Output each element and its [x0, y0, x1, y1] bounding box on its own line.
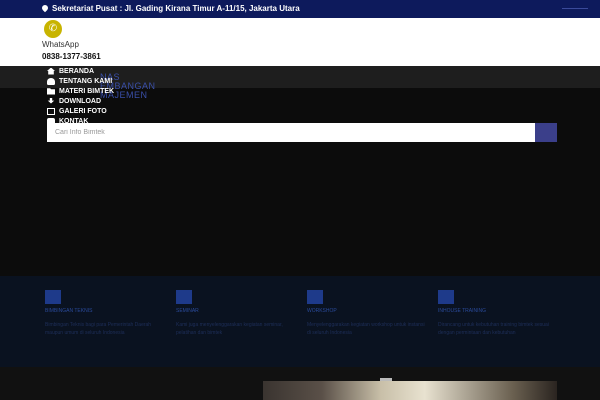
menu-label: TENTANG KAMI — [59, 77, 113, 85]
feature-title: Inhouse Training — [438, 308, 486, 314]
menu-label: BERANDA — [59, 67, 94, 75]
map-pin-icon — [40, 3, 50, 13]
search-input[interactable] — [47, 123, 535, 142]
feature-desc: Dirancang untuk kebutuhan training bimte… — [438, 322, 549, 336]
menu-item-galeri-foto[interactable]: GALERI FOTO — [47, 106, 114, 116]
top-info-bar: Sekretariat Pusat : Jl. Gading Kirana Ti… — [0, 0, 600, 18]
menu-item-tentang-kami[interactable]: TENTANG KAMI — [47, 76, 114, 86]
feature-desc: Menyelenggarakan kegiatan workshop untuk… — [307, 322, 425, 336]
search-bar — [47, 123, 557, 142]
training-icon — [438, 290, 454, 304]
feature-title: Seminar — [176, 308, 199, 314]
presentation-icon — [45, 290, 61, 304]
menu-item-materi-bimtek[interactable]: MATERI BIMTEK — [47, 86, 114, 96]
feature-workshop: Workshop Menyelenggarakan kegiatan works… — [307, 290, 427, 337]
menu-label: GALERI FOTO — [59, 107, 107, 115]
menu-label: MATERI BIMTEK — [59, 87, 115, 95]
main-menu: BERANDA TENTANG KAMI MATERI BIMTEK DOWNL… — [47, 66, 114, 126]
audience-icon — [176, 290, 192, 304]
feature-title: Workshop — [307, 308, 337, 314]
address-text: Sekretariat Pusat : Jl. Gading Kirana Ti… — [40, 3, 300, 13]
feature-desc: Kami juga menyelenggarakan kegiatan semi… — [176, 322, 283, 336]
feature-bimbingan-teknis: Bimbingan Teknis Bimbingan Teknis bagi p… — [45, 290, 165, 337]
feature-title: Bimbingan Teknis — [45, 308, 93, 314]
download-icon — [47, 97, 55, 104]
workshop-icon — [307, 290, 323, 304]
whatsapp-icon[interactable]: ✆ — [44, 20, 62, 38]
feature-seminar: Seminar Kami juga menyelenggarakan kegia… — [176, 290, 296, 337]
feature-inhouse-training: Inhouse Training Dirancang untuk kebutuh… — [438, 290, 558, 337]
home-icon — [47, 67, 55, 75]
address-label: Sekretariat Pusat : Jl. Gading Kirana Ti… — [52, 4, 300, 13]
whatsapp-label[interactable]: WhatsApp — [42, 40, 79, 49]
topbar-divider — [562, 8, 588, 9]
photo-indicator — [380, 378, 392, 381]
gallery-photo — [263, 381, 557, 400]
menu-item-download[interactable]: DOWNLOAD — [47, 96, 114, 106]
image-icon — [47, 107, 55, 115]
menu-item-beranda[interactable]: BERANDA — [47, 66, 114, 76]
folder-icon — [47, 88, 55, 95]
user-icon — [47, 77, 55, 85]
feature-desc: Bimbingan Teknis bagi para Pemerintah Da… — [45, 322, 152, 336]
menu-label: DOWNLOAD — [59, 97, 101, 105]
search-button[interactable] — [535, 123, 557, 142]
whatsapp-phone[interactable]: 0838-1377-3861 — [42, 52, 101, 61]
